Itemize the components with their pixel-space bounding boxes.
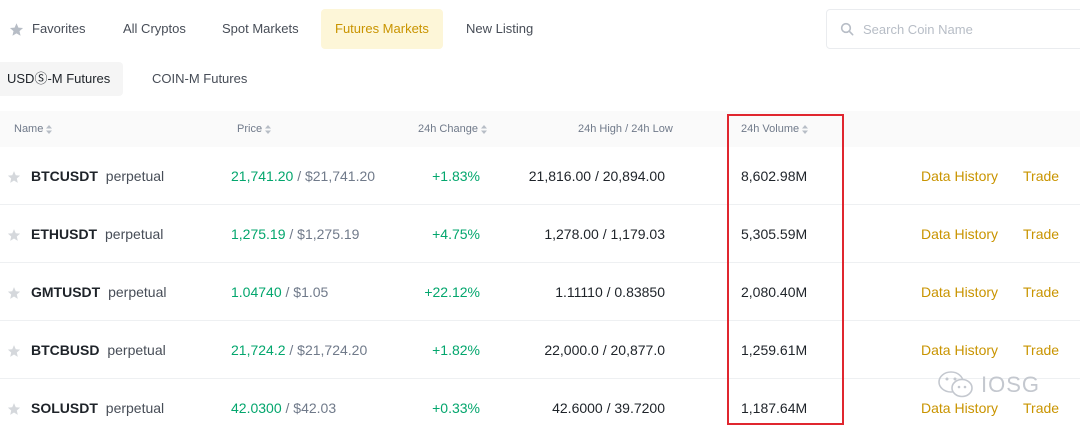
high-low-24h: 22,000.0 / 20,877.0	[544, 342, 665, 358]
sort-icon	[265, 124, 272, 134]
tab-futures-markets[interactable]: Futures Markets	[321, 9, 443, 49]
tab-coin-m-futures[interactable]: COIN-M Futures	[152, 62, 247, 96]
change-24h: +1.82%	[432, 342, 480, 358]
price-cell: 21,724.2 / $21,724.20	[231, 321, 367, 379]
last-price: 42.0300	[231, 400, 282, 416]
price-cell: 21,741.20 / $21,741.20	[231, 147, 375, 205]
high-low-24h: 21,816.00 / 20,894.00	[528, 168, 665, 184]
symbol-cell[interactable]: BTCBUSD perpetual	[31, 321, 166, 379]
data-history-link[interactable]: Data History	[921, 263, 998, 321]
symbol-cell[interactable]: ETHUSDT perpetual	[31, 205, 163, 263]
favorite-star-icon[interactable]	[7, 321, 21, 379]
price-usd: / $21,741.20	[297, 168, 376, 184]
price-cell: 1,275.19 / $1,275.19	[231, 205, 359, 263]
watermark-text: IOSG	[981, 372, 1041, 397]
symbol-cell[interactable]: GMTUSDT perpetual	[31, 263, 167, 321]
symbol: SOLUSDT	[31, 400, 98, 416]
symbol-cell[interactable]: BTCUSDT perpetual	[31, 147, 164, 205]
last-price: 21,724.2	[231, 342, 286, 358]
tab-favorites[interactable]: Favorites	[9, 9, 85, 49]
favorite-star-icon[interactable]	[7, 379, 21, 431]
table-header: Name Price 24h Change 24h High / 24h Low…	[0, 111, 1080, 147]
contract-type: perpetual	[107, 342, 166, 358]
column-header-price[interactable]: Price	[237, 111, 272, 147]
volume-24h: 1,259.61M	[741, 342, 808, 358]
symbol-cell[interactable]: SOLUSDT perpetual	[31, 379, 164, 431]
price-usd: / $42.03	[285, 400, 337, 416]
column-header-price-label: Price	[237, 123, 263, 135]
search-input[interactable]	[863, 21, 1063, 37]
change-24h: +22.12%	[424, 284, 480, 300]
symbol: BTCBUSD	[31, 342, 100, 358]
last-price: 1,275.19	[231, 226, 286, 242]
contract-type: perpetual	[105, 168, 165, 184]
volume-24h: 1,187.64M	[741, 400, 808, 416]
sort-icon	[480, 124, 487, 134]
favorite-star-icon[interactable]	[7, 205, 21, 263]
high-low-24h: 42.6000 / 39.7200	[552, 400, 665, 416]
price-usd: / $21,724.20	[289, 342, 368, 358]
price-cell: 42.0300 / $42.03	[231, 379, 336, 431]
tab-all-cryptos[interactable]: All Cryptos	[123, 9, 186, 49]
table-row[interactable]: BTCBUSD perpetual 21,724.2 / $21,724.20 …	[0, 321, 1080, 379]
trade-link[interactable]: Trade	[1023, 147, 1059, 205]
search-icon	[840, 22, 854, 36]
search-box	[826, 9, 1080, 49]
contract-type: perpetual	[108, 284, 167, 300]
tab-favorites-label: Favorites	[32, 21, 86, 36]
table-row[interactable]: SOLUSDT perpetual 42.0300 / $42.03 +0.33…	[0, 379, 1080, 431]
contract-type: perpetual	[105, 226, 164, 242]
sort-icon	[46, 124, 53, 134]
data-history-link[interactable]: Data History	[921, 205, 998, 263]
favorite-star-icon[interactable]	[7, 147, 21, 205]
high-low-24h: 1.11110 / 0.83850	[555, 284, 665, 300]
volume-24h: 5,305.59M	[741, 226, 808, 242]
tab-usds-m-futures[interactable]: USDⓈ-M Futures	[0, 62, 123, 96]
symbol: ETHUSDT	[31, 226, 98, 242]
favorite-star-icon[interactable]	[7, 263, 21, 321]
volume-24h: 2,080.40M	[741, 284, 808, 300]
star-icon	[9, 22, 24, 36]
column-header-volume[interactable]: 24h Volume	[741, 111, 809, 147]
change-24h: +0.33%	[432, 400, 480, 416]
sort-icon	[802, 124, 809, 134]
table-row[interactable]: GMTUSDT perpetual 1.04740 / $1.05 +22.12…	[0, 263, 1080, 321]
column-header-name[interactable]: Name	[14, 111, 53, 147]
contract-type: perpetual	[105, 400, 165, 416]
table-row[interactable]: ETHUSDT perpetual 1,275.19 / $1,275.19 +…	[0, 205, 1080, 263]
wechat-icon	[938, 371, 973, 398]
watermark: IOSG	[937, 368, 1040, 402]
column-header-high-low: 24h High / 24h Low	[578, 123, 673, 135]
high-low-24h: 1,278.00 / 1,179.03	[544, 226, 665, 242]
column-header-change-label: 24h Change	[418, 123, 478, 135]
tab-new-listing[interactable]: New Listing	[466, 9, 533, 49]
price-usd: / $1,275.19	[289, 226, 360, 242]
change-24h: +4.75%	[432, 226, 480, 242]
volume-24h: 8,602.98M	[741, 168, 808, 184]
price-cell: 1.04740 / $1.05	[231, 263, 328, 321]
column-header-volume-label: 24h Volume	[741, 123, 800, 135]
column-header-name-label: Name	[14, 123, 44, 135]
column-header-change[interactable]: 24h Change	[418, 111, 487, 147]
table-row[interactable]: BTCUSDT perpetual 21,741.20 / $21,741.20…	[0, 147, 1080, 205]
trade-link[interactable]: Trade	[1023, 263, 1059, 321]
market-category-tabs: Favorites All Cryptos Spot Markets Futur…	[0, 9, 760, 49]
tab-spot-markets[interactable]: Spot Markets	[222, 9, 299, 49]
change-24h: +1.83%	[432, 168, 480, 184]
last-price: 21,741.20	[231, 168, 294, 184]
price-usd: / $1.05	[285, 284, 329, 300]
symbol: GMTUSDT	[31, 284, 101, 300]
last-price: 1.04740	[231, 284, 282, 300]
trade-link[interactable]: Trade	[1023, 205, 1059, 263]
symbol: BTCUSDT	[31, 168, 98, 184]
data-history-link[interactable]: Data History	[921, 147, 998, 205]
